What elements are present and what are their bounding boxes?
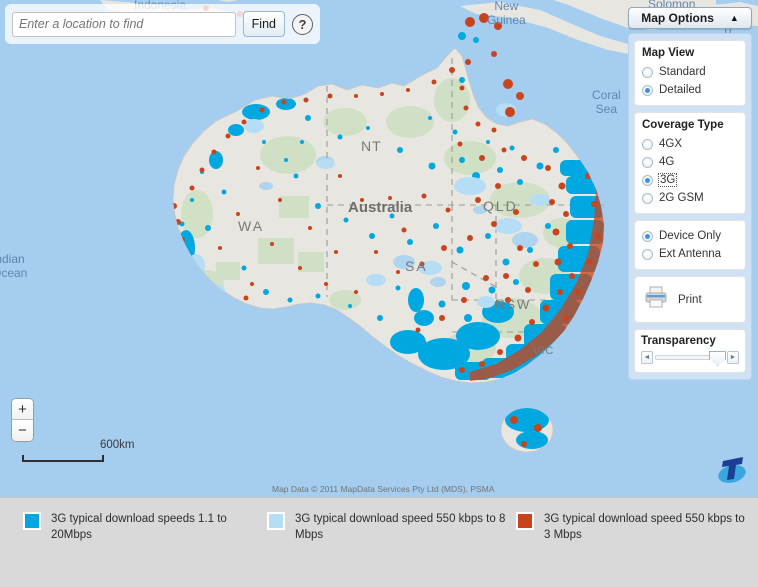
radio-ext-antenna-indicator <box>642 248 653 260</box>
radio-2g-gsm-label: 2G GSM <box>659 192 704 204</box>
radio-standard-label: Standard <box>659 66 706 78</box>
print-label: Print <box>678 293 702 306</box>
legend-item: 3G typical download speed 550 kbps to 3 … <box>516 511 746 543</box>
slider-track[interactable] <box>655 351 726 366</box>
slider-thumb[interactable] <box>709 351 726 366</box>
radio-device-only-label: Device Only <box>659 230 721 242</box>
radio-4gx-indicator <box>642 138 653 150</box>
scale-bar: 600km <box>22 439 135 462</box>
map-attribution: Map Data © 2011 MapData Services Pty Ltd… <box>272 484 495 494</box>
zoom-out-button[interactable]: − <box>12 420 33 441</box>
legend-swatch <box>23 512 41 530</box>
radio-standard[interactable]: Standard <box>642 63 738 81</box>
map-options-label: Map Options <box>641 11 714 25</box>
transparency-slider[interactable]: ◄ ► <box>641 351 739 366</box>
chevron-up-icon: ▲ <box>729 13 739 23</box>
zoom-in-button[interactable]: + <box>12 399 33 420</box>
map-view-card: Map View Standard Detailed <box>634 40 746 106</box>
legend-items: 3G typical download speeds 1.1 to 20Mbps… <box>0 498 758 543</box>
radio-3g-indicator <box>642 174 653 186</box>
antenna-card: Device Only Ext Antenna <box>634 220 746 270</box>
find-button[interactable]: Find <box>242 11 285 37</box>
print-button[interactable]: Print <box>634 276 746 323</box>
telstra-logo <box>716 452 750 491</box>
legend-panel: 3G typical download speeds 1.1 to 20Mbps… <box>0 497 758 587</box>
coverage-map-app: Indonesia New Guinea Solomon East Ti Cor… <box>0 0 758 587</box>
radio-ext-antenna[interactable]: Ext Antenna <box>642 245 738 263</box>
legend-item: 3G typical download speeds 1.1 to 20Mbps <box>23 511 263 543</box>
radio-detailed-indicator <box>642 84 653 96</box>
slider-left-arrow-icon[interactable]: ◄ <box>641 351 653 364</box>
scale-bar-label: 600km <box>100 439 135 451</box>
radio-standard-indicator <box>642 66 653 78</box>
printer-icon <box>644 286 668 313</box>
legend-item-label: 3G typical download speeds 1.1 to 20Mbps <box>51 513 227 541</box>
legend-item-label: 3G typical download speed 550 kbps to 3 … <box>544 513 745 541</box>
transparency-card: Transparency ◄ ► <box>634 329 746 373</box>
search-input[interactable] <box>12 11 236 37</box>
legend-item: 3G typical download speed 550 kbps to 8 … <box>267 511 512 543</box>
transparency-title: Transparency <box>641 335 716 347</box>
radio-4g-indicator <box>642 156 653 168</box>
map-view-title: Map View <box>642 47 695 59</box>
radio-2g-gsm[interactable]: 2G GSM <box>642 189 738 207</box>
radio-ext-antenna-label: Ext Antenna <box>659 248 722 260</box>
map-canvas[interactable]: Indonesia New Guinea Solomon East Ti Cor… <box>0 0 758 497</box>
radio-3g[interactable]: 3G <box>642 171 738 189</box>
radio-4g[interactable]: 4G <box>642 153 738 171</box>
radio-detailed-label: Detailed <box>659 84 702 96</box>
scale-bar-line <box>22 455 104 462</box>
legend-swatch <box>267 512 285 530</box>
radio-4g-label: 4G <box>659 156 675 168</box>
radio-3g-label: 3G <box>657 173 678 187</box>
map-options-panel: Map View Standard Detailed Coverage Type… <box>628 33 752 380</box>
legend-item-label: 3G typical download speed 550 kbps to 8 … <box>295 513 506 541</box>
coverage-type-card: Coverage Type 4GX 4G 3G 2G GSM <box>634 112 746 214</box>
radio-device-only-indicator <box>642 230 653 242</box>
coverage-type-title: Coverage Type <box>642 119 724 131</box>
legend-swatch <box>516 512 534 530</box>
radio-device-only[interactable]: Device Only <box>642 227 738 245</box>
radio-4gx[interactable]: 4GX <box>642 135 738 153</box>
slider-right-arrow-icon[interactable]: ► <box>727 351 739 364</box>
zoom-control: + − <box>11 398 34 442</box>
radio-2g-gsm-indicator <box>642 192 653 204</box>
radio-4gx-label: 4GX <box>659 138 683 150</box>
map-options-toggle-button[interactable]: Map Options ▲ <box>628 7 752 29</box>
location-search-bar: Find ? <box>5 4 320 44</box>
radio-detailed[interactable]: Detailed <box>642 81 738 99</box>
help-icon[interactable]: ? <box>292 13 313 35</box>
